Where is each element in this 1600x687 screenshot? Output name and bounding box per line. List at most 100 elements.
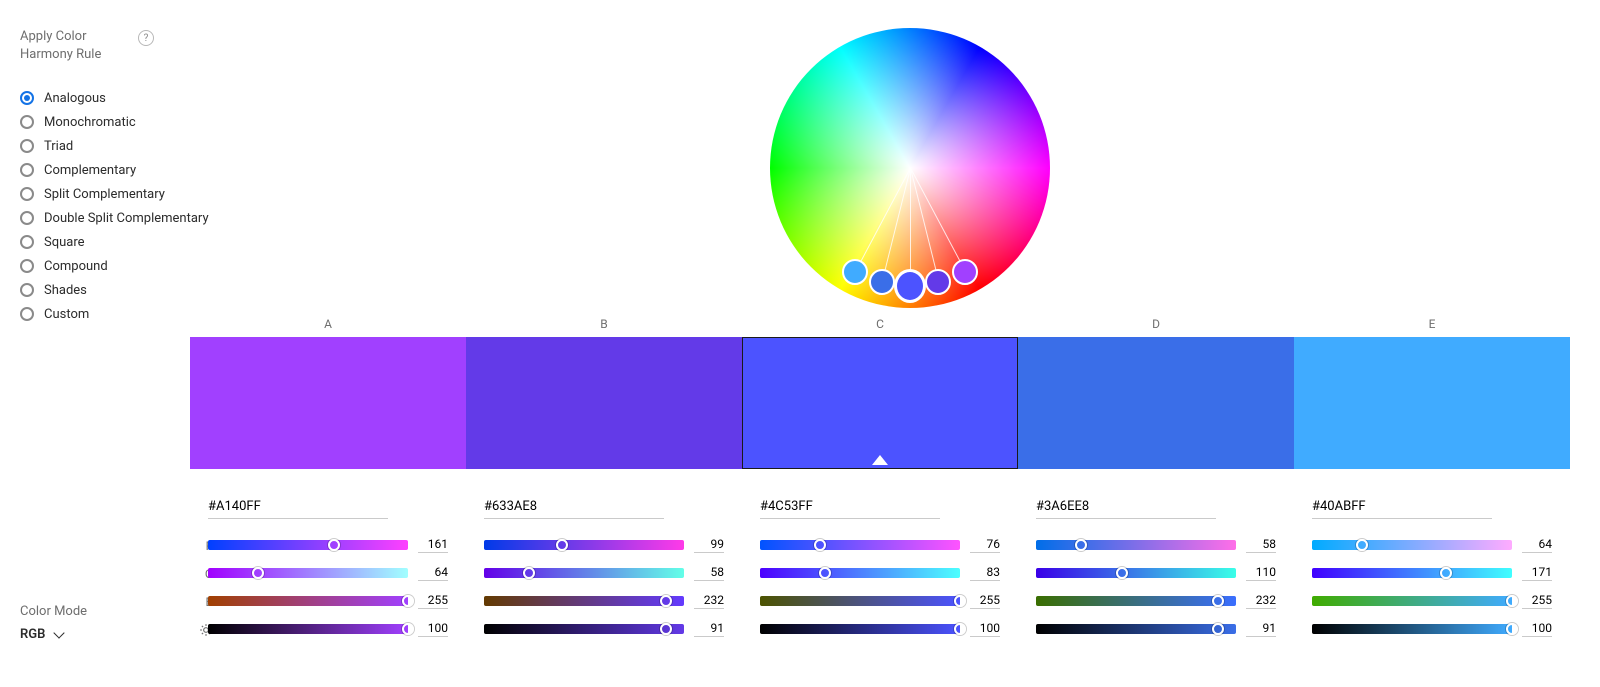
slider-track-g[interactable] bbox=[1036, 568, 1236, 578]
slider-thumb-r[interactable] bbox=[1075, 539, 1087, 551]
slider-track-b[interactable] bbox=[1312, 596, 1512, 606]
slider-track-r[interactable] bbox=[760, 540, 960, 550]
slider-value-r[interactable] bbox=[970, 537, 1000, 553]
rule-item-triad[interactable]: Triad bbox=[20, 134, 220, 158]
wheel-handle-0[interactable] bbox=[952, 259, 978, 285]
slider-value-b[interactable] bbox=[1246, 593, 1276, 609]
slider-track-r[interactable] bbox=[208, 540, 408, 550]
slider-value-bright[interactable] bbox=[694, 621, 724, 637]
harmony-rule-sidebar: Apply Color Harmony Rule ? AnalogousMono… bbox=[0, 0, 220, 687]
slider-row-b bbox=[484, 593, 724, 609]
slider-value-g[interactable] bbox=[1522, 565, 1552, 581]
slider-thumb-bright[interactable] bbox=[1506, 623, 1518, 635]
rule-item-split-complementary[interactable]: Split Complementary bbox=[20, 182, 220, 206]
slider-thumb-r[interactable] bbox=[556, 539, 568, 551]
slider-track-bright[interactable] bbox=[208, 624, 408, 634]
slider-thumb-bright[interactable] bbox=[660, 623, 672, 635]
editor-col-a bbox=[190, 497, 466, 649]
rule-item-complementary[interactable]: Complementary bbox=[20, 158, 220, 182]
help-icon[interactable]: ? bbox=[138, 30, 154, 46]
slider-track-r[interactable] bbox=[484, 540, 684, 550]
radio-icon bbox=[20, 91, 34, 105]
slider-track-bright[interactable] bbox=[1312, 624, 1512, 634]
slider-track-bright[interactable] bbox=[1036, 624, 1236, 634]
rule-item-analogous[interactable]: Analogous bbox=[20, 86, 220, 110]
swatch-c[interactable] bbox=[742, 337, 1018, 469]
slider-value-g[interactable] bbox=[970, 565, 1000, 581]
slider-row-r bbox=[208, 537, 448, 553]
wheel-handle-2[interactable] bbox=[894, 269, 926, 303]
slider-value-g[interactable] bbox=[418, 565, 448, 581]
hex-input[interactable] bbox=[1312, 497, 1492, 519]
rule-item-compound[interactable]: Compound bbox=[20, 254, 220, 278]
slider-track-bright[interactable] bbox=[760, 624, 960, 634]
slider-row-bright bbox=[484, 621, 724, 637]
slider-track-b[interactable] bbox=[760, 596, 960, 606]
slider-track-bright[interactable] bbox=[484, 624, 684, 634]
slider-value-r[interactable] bbox=[1246, 537, 1276, 553]
wheel-handle-4[interactable] bbox=[842, 259, 868, 285]
slider-value-bright[interactable] bbox=[1246, 621, 1276, 637]
slider-value-bright[interactable] bbox=[970, 621, 1000, 637]
slider-value-bright[interactable] bbox=[418, 621, 448, 637]
main-area: ABCDE R G B bbox=[220, 0, 1600, 687]
swatch-b[interactable] bbox=[466, 337, 742, 469]
slider-thumb-bright[interactable] bbox=[1212, 623, 1224, 635]
slider-value-b[interactable] bbox=[418, 593, 448, 609]
slider-value-b[interactable] bbox=[1522, 593, 1552, 609]
slider-value-r[interactable] bbox=[694, 537, 724, 553]
slider-thumb-b[interactable] bbox=[402, 595, 414, 607]
slider-value-b[interactable] bbox=[970, 593, 1000, 609]
slider-value-r[interactable] bbox=[418, 537, 448, 553]
slider-thumb-b[interactable] bbox=[954, 595, 966, 607]
hex-input[interactable] bbox=[484, 497, 664, 519]
slider-track-b[interactable] bbox=[208, 596, 408, 606]
slider-thumb-r[interactable] bbox=[1356, 539, 1368, 551]
slider-track-g[interactable] bbox=[208, 568, 408, 578]
slider-thumb-r[interactable] bbox=[814, 539, 826, 551]
hex-input[interactable] bbox=[1036, 497, 1216, 519]
slider-track-g[interactable] bbox=[484, 568, 684, 578]
slider-thumb-bright[interactable] bbox=[402, 623, 414, 635]
swatch-a[interactable] bbox=[190, 337, 466, 469]
swatch-d[interactable] bbox=[1018, 337, 1294, 469]
slider-thumb-b[interactable] bbox=[1506, 595, 1518, 607]
slider-track-g[interactable] bbox=[760, 568, 960, 578]
rule-label: Triad bbox=[44, 139, 73, 154]
slider-value-r[interactable] bbox=[1522, 537, 1552, 553]
wheel-handle-1[interactable] bbox=[925, 269, 951, 295]
slider-value-bright[interactable] bbox=[1522, 621, 1552, 637]
rule-item-square[interactable]: Square bbox=[20, 230, 220, 254]
slider-track-r[interactable] bbox=[1036, 540, 1236, 550]
color-wheel[interactable] bbox=[770, 28, 1050, 308]
slider-track-g[interactable] bbox=[1312, 568, 1512, 578]
slider-value-g[interactable] bbox=[1246, 565, 1276, 581]
slider-thumb-r[interactable] bbox=[328, 539, 340, 551]
rule-item-shades[interactable]: Shades bbox=[20, 278, 220, 302]
rule-item-double-split-complementary[interactable]: Double Split Complementary bbox=[20, 206, 220, 230]
rule-label: Custom bbox=[44, 307, 89, 322]
slider-track-b[interactable] bbox=[484, 596, 684, 606]
slider-track-b[interactable] bbox=[1036, 596, 1236, 606]
swatch-e[interactable] bbox=[1294, 337, 1570, 469]
rule-item-monochromatic[interactable]: Monochromatic bbox=[20, 110, 220, 134]
color-mode-select[interactable]: RGB bbox=[20, 627, 87, 642]
hex-input[interactable] bbox=[208, 497, 388, 519]
slider-track-r[interactable] bbox=[1312, 540, 1512, 550]
slider-thumb-bright[interactable] bbox=[954, 623, 966, 635]
slider-thumb-g[interactable] bbox=[1440, 567, 1452, 579]
slider-thumb-b[interactable] bbox=[660, 595, 672, 607]
rule-label: Compound bbox=[44, 259, 108, 274]
slider-thumb-g[interactable] bbox=[523, 567, 535, 579]
slider-thumb-g[interactable] bbox=[252, 567, 264, 579]
slider-value-b[interactable] bbox=[694, 593, 724, 609]
hex-input[interactable] bbox=[760, 497, 940, 519]
wheel-handle-3[interactable] bbox=[869, 269, 895, 295]
radio-icon bbox=[20, 187, 34, 201]
rule-label: Split Complementary bbox=[44, 187, 165, 202]
rule-label: Shades bbox=[44, 283, 87, 298]
slider-value-g[interactable] bbox=[694, 565, 724, 581]
slider-thumb-g[interactable] bbox=[819, 567, 831, 579]
slider-thumb-g[interactable] bbox=[1116, 567, 1128, 579]
slider-thumb-b[interactable] bbox=[1212, 595, 1224, 607]
